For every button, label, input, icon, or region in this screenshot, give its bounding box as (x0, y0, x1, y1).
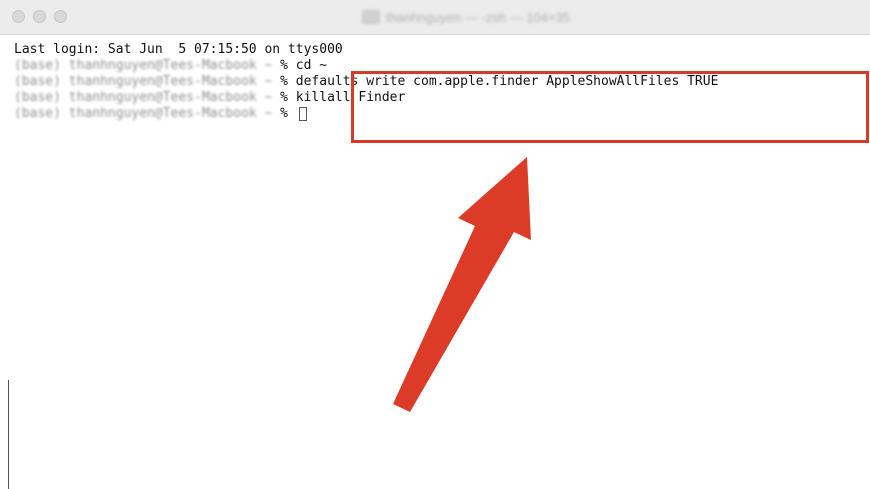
arrow-shape (393, 157, 531, 412)
terminal-window: thanhnguyen — -zsh — 104×35 Last login: … (0, 0, 870, 489)
window-edge (8, 380, 9, 489)
pointer-arrow (393, 157, 531, 412)
